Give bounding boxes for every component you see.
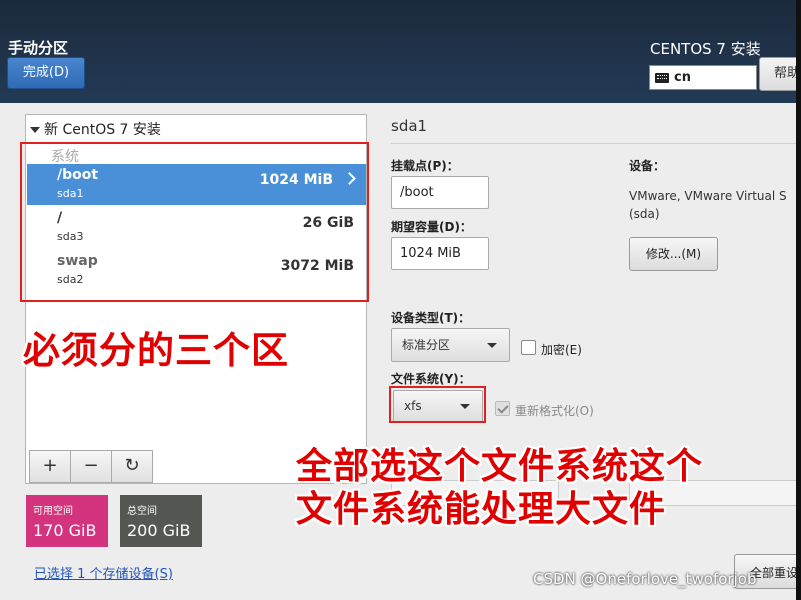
refresh-button[interactable]: ↻	[111, 450, 153, 483]
available-space-tile: 可用空间 170 GiB	[26, 495, 108, 547]
device-type-dropdown[interactable]: 标准分区	[391, 328, 510, 362]
device-info: VMware, VMware Virtual S (sda)	[629, 187, 787, 223]
device-info-disk: (sda)	[629, 207, 660, 221]
expand-triangle-icon	[30, 127, 40, 133]
device-type-label: 设备类型(T)：	[391, 311, 471, 325]
keyboard-layout-indicator[interactable]: cn	[649, 65, 757, 90]
keyboard-icon	[655, 73, 669, 83]
capacity-input[interactable]: 1024 MiB	[391, 237, 489, 270]
encrypt-checkbox[interactable]	[521, 340, 536, 355]
partition-toolbar: + − ↻	[29, 450, 153, 483]
reformat-checkbox	[495, 401, 510, 416]
help-button[interactable]: 帮助	[759, 57, 801, 91]
capacity-label: 期望容量(D)：	[391, 220, 472, 234]
modify-button[interactable]: 修改...(M)	[629, 237, 718, 271]
header-bar: 手动分区 完成(D) CENTOS 7 安装 cn 帮助	[0, 0, 801, 103]
device-label: 设备：	[629, 159, 666, 173]
window-edge	[796, 0, 801, 600]
add-partition-button[interactable]: +	[29, 450, 71, 483]
total-space-label: 总空间	[127, 506, 157, 517]
filesystem-label: 文件系统(Y)：	[391, 372, 471, 386]
install-header-label: 新 CentOS 7 安装	[44, 122, 161, 138]
remove-partition-button[interactable]: −	[70, 450, 112, 483]
chevron-down-icon	[487, 343, 497, 348]
annotation-note-partitions: 必须分的三个区	[23, 328, 289, 372]
annotation-box-filesystem	[389, 386, 486, 423]
watermark: CSDN @Oneforlove_twoforjob	[533, 570, 757, 588]
encrypt-label: 加密(E)	[541, 343, 582, 357]
install-header[interactable]: 新 CentOS 7 安装	[30, 119, 161, 139]
detail-title: sda1	[391, 117, 428, 135]
total-space-tile: 总空间 200 GiB	[120, 495, 202, 547]
available-space-label: 可用空间	[33, 506, 73, 517]
reformat-label: 重新格式化(O)	[515, 404, 594, 418]
total-space-value: 200 GiB	[127, 521, 191, 540]
storage-devices-link[interactable]: 已选择 1 个存储设备(S)	[34, 563, 173, 582]
product-title: CENTOS 7 安装	[650, 40, 761, 58]
device-type-value: 标准分区	[402, 338, 451, 352]
mount-point-input[interactable]: /boot	[391, 176, 489, 209]
detail-divider	[391, 143, 796, 144]
keyboard-layout-label: cn	[674, 70, 691, 85]
device-info-model: VMware, VMware Virtual S	[629, 189, 787, 203]
annotation-note-filesystem-2: 文件系统能处理大文件	[296, 488, 667, 530]
annotation-box-partitions	[20, 142, 369, 302]
page-title: 手动分区	[8, 39, 69, 57]
done-button[interactable]: 完成(D)	[7, 57, 85, 89]
mount-point-label: 挂载点(P)：	[391, 159, 459, 173]
available-space-value: 170 GiB	[33, 521, 97, 540]
